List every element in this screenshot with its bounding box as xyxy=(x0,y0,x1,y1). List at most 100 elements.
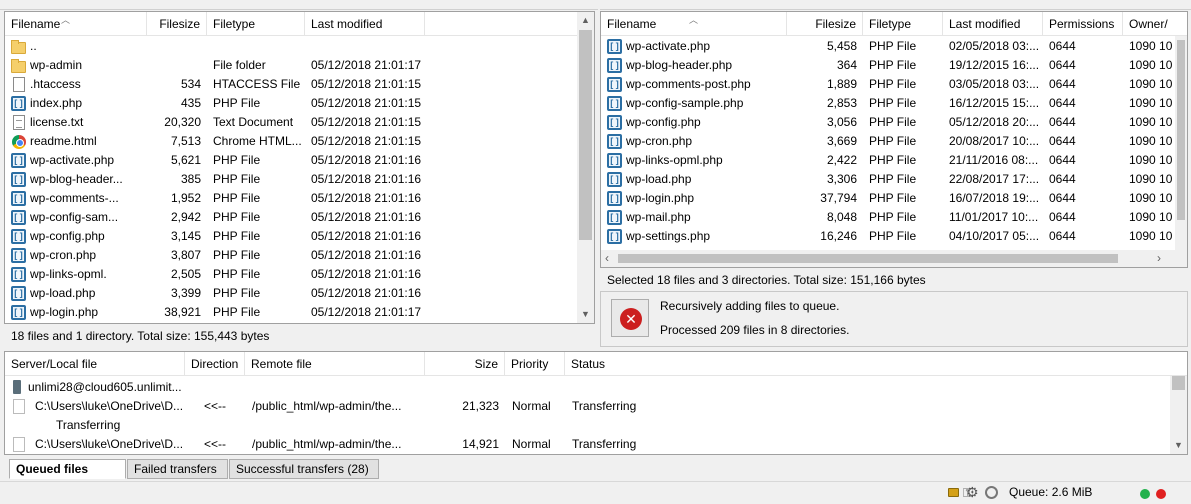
col-filename[interactable]: ︿ Filename xyxy=(5,12,147,36)
queue-priority: Normal xyxy=(512,437,551,451)
col-last-modified[interactable]: Last modified xyxy=(943,12,1043,36)
file-name: wp-load.php xyxy=(30,286,96,300)
file-row[interactable]: readme.html 7,513 Chrome HTML... 05/12/2018… xyxy=(5,132,579,151)
file-row[interactable]: [ ] wp-mail.php 8,048 PHP File 11/01/2017 10… xyxy=(601,208,1175,227)
file-name: wp-config-sam... xyxy=(30,210,119,224)
remote-list-header: ︿ Filename Filesize Filetype Last modifie… xyxy=(601,12,1187,36)
col-filetype[interactable]: Filetype xyxy=(207,12,305,36)
col-server-local-file[interactable]: Server/Local file xyxy=(5,352,185,376)
transfer-queue[interactable]: Server/Local file Direction Remote file … xyxy=(4,351,1188,455)
lock-icon xyxy=(948,488,959,497)
col-owner[interactable]: Owner/ xyxy=(1123,12,1187,36)
queue-direction: <<-- xyxy=(204,437,227,451)
file-owner: 1090 10 xyxy=(1129,210,1173,224)
local-scrollbar[interactable]: ▲ ▼ xyxy=(577,12,594,323)
file-owner: 1090 10 xyxy=(1129,96,1173,110)
speed-limit-icon[interactable] xyxy=(985,486,998,499)
scroll-right-icon[interactable]: › xyxy=(1157,250,1161,267)
file-row[interactable]: [ ] wp-load.php 3,399 PHP File 05/12/2018 21… xyxy=(5,284,579,303)
file-size: 1,889 xyxy=(826,77,857,91)
col-last-modified[interactable]: Last modified xyxy=(305,12,425,36)
col-remote-file[interactable]: Remote file xyxy=(245,352,425,376)
scroll-up-icon[interactable]: ▲ xyxy=(577,12,594,29)
file-name: wp-config-sample.php xyxy=(626,96,744,110)
file-size: 1,952 xyxy=(170,191,201,205)
col-size[interactable]: Size xyxy=(425,352,505,376)
file-row[interactable]: .htaccess 534 HTACCESS File 05/12/2018 21:0… xyxy=(5,75,579,94)
file-name: .. xyxy=(30,39,37,53)
queue-local-file: C:\Users\luke\OneDrive\D... xyxy=(35,399,184,413)
col-filetype[interactable]: Filetype xyxy=(863,12,943,36)
col-filesize[interactable]: Filesize xyxy=(147,12,207,36)
file-row[interactable]: [ ] wp-settings.php 16,246 PHP File 04/10/20… xyxy=(601,227,1175,246)
col-priority[interactable]: Priority xyxy=(505,352,565,376)
queue-item[interactable]: C:\Users\luke\OneDrive\D... <<-- /public… xyxy=(5,435,1165,454)
scroll-thumb[interactable] xyxy=(1177,40,1185,220)
file-row[interactable]: [ ] wp-links-opml.php 2,422 PHP File 21/11/2… xyxy=(601,151,1175,170)
file-row[interactable]: .. xyxy=(5,37,579,56)
col-filesize[interactable]: Filesize xyxy=(787,12,863,36)
file-row[interactable]: wp-admin File folder 05/12/2018 21:01:17 xyxy=(5,56,579,75)
file-row[interactable]: [ ] wp-activate.php 5,621 PHP File 05/12/201… xyxy=(5,151,579,170)
scroll-thumb[interactable] xyxy=(1172,376,1185,390)
file-row[interactable]: [ ] wp-login.php 37,794 PHP File 16/07/2018 … xyxy=(601,189,1175,208)
scroll-thumb[interactable] xyxy=(579,30,592,240)
file-row[interactable]: [ ] wp-load.php 3,306 PHP File 22/08/2017 17… xyxy=(601,170,1175,189)
file-row[interactable]: [ ] index.php 435 PHP File 05/12/2018 21:01:… xyxy=(5,94,579,113)
file-modified: 05/12/2018 21:01:15 xyxy=(311,134,422,148)
remote-scrollbar[interactable] xyxy=(1175,36,1187,250)
gear-icon[interactable]: ⚙ xyxy=(966,484,979,501)
scroll-down-icon[interactable]: ▼ xyxy=(1170,437,1187,454)
tab-successful-transfers[interactable]: Successful transfers (28) xyxy=(229,459,379,479)
scroll-down-icon[interactable]: ▼ xyxy=(577,306,594,323)
file-size: 8,048 xyxy=(826,210,857,224)
file-row[interactable]: [ ] wp-comments-... 1,952 PHP File 05/12/201… xyxy=(5,189,579,208)
file-modified: 03/05/2018 03:... xyxy=(949,77,1040,91)
file-row[interactable]: [ ] wp-links-opml. 2,505 PHP File 05/12/2018… xyxy=(5,265,579,284)
col-direction[interactable]: Direction xyxy=(185,352,245,376)
file-type: PHP File xyxy=(213,229,261,243)
tab-failed-transfers[interactable]: Failed transfers xyxy=(127,459,228,479)
file-row[interactable]: [ ] wp-blog-header... 385 PHP File 05/12/201… xyxy=(5,170,579,189)
file-size xyxy=(147,56,207,75)
file-size: 7,513 xyxy=(170,134,201,148)
col-permissions[interactable]: Permissions xyxy=(1043,12,1123,36)
file-row[interactable]: [ ] wp-config-sam... 2,942 PHP File 05/12/20… xyxy=(5,208,579,227)
remote-file-list[interactable]: ︿ Filename Filesize Filetype Last modifie… xyxy=(600,11,1188,268)
local-file-list[interactable]: ︿ Filename Filesize Filetype Last modifie… xyxy=(4,11,595,324)
file-name: license.txt xyxy=(30,115,84,129)
file-size: 2,853 xyxy=(826,96,857,110)
error-button[interactable]: ✕ xyxy=(611,299,649,337)
queue-progress-text: Transferring xyxy=(56,418,121,432)
file-row[interactable]: [ ] wp-config.php 3,056 PHP File 05/12/2018 … xyxy=(601,113,1175,132)
sort-ascending-icon: ︿ xyxy=(689,15,699,25)
file-row[interactable]: [ ] wp-activate.php 5,458 PHP File 02/05/201… xyxy=(601,37,1175,56)
file-row[interactable]: [ ] wp-login.php 38,921 PHP File 05/12/2018 … xyxy=(5,303,579,322)
file-row[interactable]: [ ] wp-config.php 3,145 PHP File 05/12/2018 … xyxy=(5,227,579,246)
file-name: wp-settings.php xyxy=(626,229,711,243)
queue-server-row[interactable]: unlimi28@cloud605.unlimit... xyxy=(5,378,1165,397)
file-owner: 1090 10 xyxy=(1129,229,1173,243)
tab-queued-files[interactable]: Queued files (199) xyxy=(9,459,126,494)
file-size: 3,056 xyxy=(826,115,857,129)
file-type: PHP File xyxy=(869,191,917,205)
col-status[interactable]: Status xyxy=(565,352,1165,376)
queue-item[interactable]: C:\Users\luke\OneDrive\D... <<-- /public… xyxy=(5,397,1165,435)
remote-status: Selected 18 files and 3 directories. Tot… xyxy=(600,270,1188,290)
file-permissions: 0644 xyxy=(1049,153,1076,167)
file-row[interactable]: [ ] wp-cron.php 3,807 PHP File 05/12/2018 21… xyxy=(5,246,579,265)
file-modified: 16/07/2018 19:... xyxy=(949,191,1040,205)
hscroll-thumb[interactable] xyxy=(618,254,1118,263)
file-row[interactable]: [ ] wp-cron.php 3,669 PHP File 20/08/2017 10… xyxy=(601,132,1175,151)
file-row[interactable]: [ ] wp-config-sample.php 2,853 PHP File 16/1… xyxy=(601,94,1175,113)
remote-hscrollbar[interactable]: ‹ › xyxy=(601,250,1187,267)
scroll-left-icon[interactable]: ‹ xyxy=(605,250,609,267)
file-row[interactable]: [ ] wp-blog-header.php 364 PHP File 19/12/20… xyxy=(601,56,1175,75)
file-row[interactable]: license.txt 20,320 Text Document 05/12/2018… xyxy=(5,113,579,132)
file-modified: 04/10/2017 05:... xyxy=(949,229,1040,243)
file-size: 3,807 xyxy=(170,248,201,262)
queue-scrollbar[interactable]: ▼ xyxy=(1170,376,1187,454)
php-file-icon: [ ] xyxy=(607,58,623,74)
file-row[interactable]: [ ] wp-comments-post.php 1,889 PHP File 03/0… xyxy=(601,75,1175,94)
col-filename[interactable]: ︿ Filename xyxy=(601,12,787,36)
